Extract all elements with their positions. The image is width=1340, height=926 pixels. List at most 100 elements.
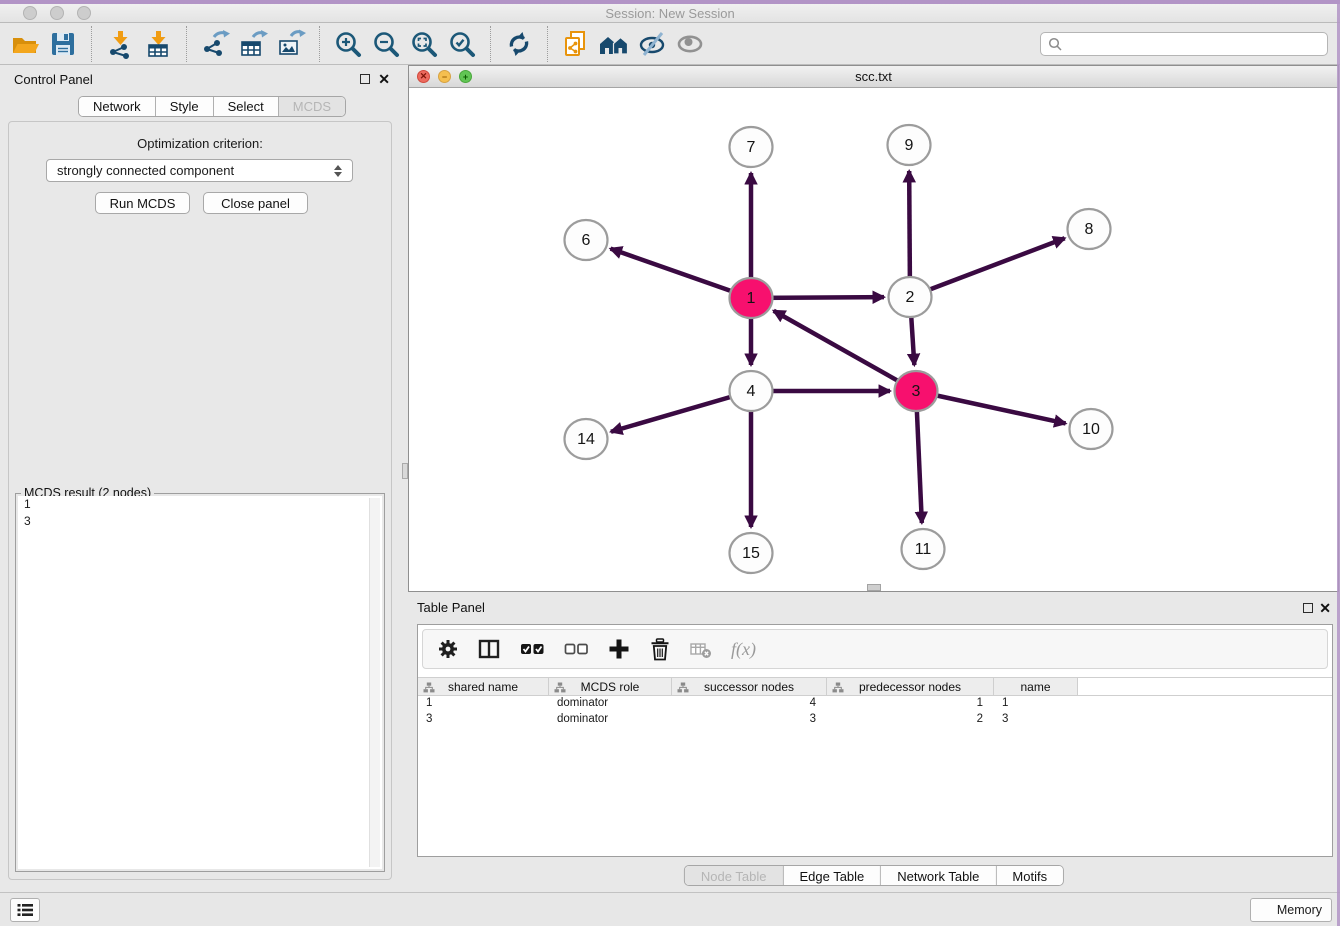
toolbar-separator	[186, 26, 187, 62]
minimize-network-button[interactable]: −	[438, 70, 451, 83]
import-table-icon	[143, 29, 173, 59]
cell-shared-name[interactable]: 1	[418, 696, 549, 712]
close-network-button[interactable]: ✕	[417, 70, 430, 83]
network-canvas[interactable]: 7968124314101511	[409, 89, 1338, 591]
cell-successor-nodes[interactable]: 4	[672, 696, 827, 712]
delete-table-button[interactable]	[690, 639, 712, 660]
graph-node-label-9: 9	[905, 137, 914, 154]
task-list-icon	[17, 903, 33, 917]
unselect-all-columns-button[interactable]	[564, 638, 589, 660]
tree-icon	[677, 682, 689, 693]
run-mcds-button[interactable]: Run MCDS	[95, 192, 190, 214]
tab-motifs[interactable]: Motifs	[996, 866, 1063, 886]
tree-icon	[832, 682, 844, 693]
column-header-successor-nodes[interactable]: successor nodes	[672, 678, 827, 695]
cell-predecessor-nodes[interactable]: 2	[827, 712, 994, 728]
graph-edge-3-10[interactable]	[916, 391, 1066, 423]
hide-selected-button[interactable]	[633, 25, 671, 63]
mcds-result-list[interactable]: 1 3	[18, 496, 382, 869]
graph-edge-2-8[interactable]	[910, 238, 1065, 297]
column-header-predecessor-nodes[interactable]: predecessor nodes	[827, 678, 994, 695]
network-resize-handle[interactable]	[867, 584, 881, 591]
delete-column-button[interactable]	[649, 638, 671, 661]
export-table-icon	[238, 29, 268, 59]
tab-network[interactable]: Network	[79, 97, 156, 116]
table-settings-button[interactable]	[437, 638, 459, 660]
criterion-dropdown[interactable]: strongly connected component	[46, 159, 353, 182]
cell-name[interactable]: 1	[994, 696, 1078, 712]
optimization-criterion-label: Optimization criterion:	[9, 136, 391, 151]
homes-icon	[598, 29, 630, 59]
zoom-fit-icon	[409, 29, 439, 59]
maximize-window-button[interactable]	[77, 6, 91, 20]
copy-network-button[interactable]	[557, 25, 595, 63]
close-panel-icon[interactable]: ✕	[378, 70, 390, 88]
graph-edge-3-1[interactable]	[774, 311, 916, 391]
close-window-button[interactable]	[23, 6, 37, 20]
main-toolbar	[0, 23, 1340, 65]
export-table-button[interactable]	[234, 25, 272, 63]
copy-network-icon	[561, 29, 591, 59]
cell-mcds-role[interactable]: dominator	[549, 696, 672, 712]
zoom-in-button[interactable]	[329, 25, 367, 63]
export-network-button[interactable]	[196, 25, 234, 63]
save-session-button[interactable]	[44, 25, 82, 63]
window-traffic-lights[interactable]	[23, 6, 91, 20]
table-row[interactable]: 3 dominator 3 2 3	[418, 712, 1332, 728]
tree-icon	[423, 682, 435, 693]
column-header-name[interactable]: name	[994, 678, 1078, 695]
show-column-panel-button[interactable]	[478, 638, 501, 660]
node-table: f(x) shared name MCDS role successor nod…	[417, 624, 1333, 857]
maximize-network-button[interactable]: +	[459, 70, 472, 83]
refresh-button[interactable]	[500, 25, 538, 63]
cell-successor-nodes[interactable]: 3	[672, 712, 827, 728]
export-image-button[interactable]	[272, 25, 310, 63]
close-panel-button[interactable]: Close panel	[203, 192, 308, 214]
tab-edge-table[interactable]: Edge Table	[783, 866, 881, 886]
cell-name[interactable]: 3	[994, 712, 1078, 728]
show-all-button[interactable]	[671, 25, 709, 63]
zoom-selected-button[interactable]	[443, 25, 481, 63]
network-window-traffic-lights[interactable]: ✕ − +	[417, 70, 472, 83]
float-panel-icon[interactable]	[1303, 603, 1313, 613]
control-panel-tabs: Network Style Select MCDS	[78, 96, 346, 117]
select-all-columns-button[interactable]	[520, 638, 545, 660]
import-network-button[interactable]	[101, 25, 139, 63]
result-list-scrollbar[interactable]	[369, 498, 380, 867]
gear-icon	[437, 638, 459, 660]
close-panel-icon[interactable]: ✕	[1319, 599, 1331, 617]
graph-node-label-2: 2	[906, 289, 915, 306]
float-panel-icon[interactable]	[360, 74, 370, 84]
tab-network-table[interactable]: Network Table	[881, 866, 996, 886]
table-row[interactable]: 1 dominator 4 1 1	[418, 696, 1332, 712]
task-history-button[interactable]	[10, 898, 40, 922]
cell-predecessor-nodes[interactable]: 1	[827, 696, 994, 712]
function-builder-button[interactable]: f(x)	[731, 639, 756, 660]
import-table-button[interactable]	[139, 25, 177, 63]
zoom-selected-icon	[447, 29, 477, 59]
checked-boxes-icon	[520, 638, 545, 660]
open-folder-icon	[10, 29, 40, 59]
open-session-button[interactable]	[6, 25, 44, 63]
network-window-titlebar[interactable]: ✕ − + scc.txt	[409, 66, 1338, 88]
zoom-out-button[interactable]	[367, 25, 405, 63]
result-item[interactable]: 3	[18, 513, 382, 530]
plus-icon	[608, 638, 630, 660]
quick-search-field[interactable]	[1040, 32, 1328, 56]
minimize-window-button[interactable]	[50, 6, 64, 20]
cell-shared-name[interactable]: 3	[418, 712, 549, 728]
graph-node-label-1: 1	[747, 290, 756, 307]
cell-mcds-role[interactable]: dominator	[549, 712, 672, 728]
search-input[interactable]	[1067, 37, 1320, 51]
memory-button[interactable]: Memory	[1250, 898, 1332, 922]
tab-select[interactable]: Select	[214, 97, 279, 116]
column-header-shared-name[interactable]: shared name	[418, 678, 549, 695]
tab-mcds[interactable]: MCDS	[279, 97, 345, 116]
tab-style[interactable]: Style	[156, 97, 214, 116]
column-header-mcds-role[interactable]: MCDS role	[549, 678, 672, 695]
create-column-button[interactable]	[608, 638, 630, 660]
result-item[interactable]: 1	[18, 496, 382, 513]
homes-button[interactable]	[595, 25, 633, 63]
tab-node-table[interactable]: Node Table	[685, 866, 784, 886]
zoom-fit-button[interactable]	[405, 25, 443, 63]
